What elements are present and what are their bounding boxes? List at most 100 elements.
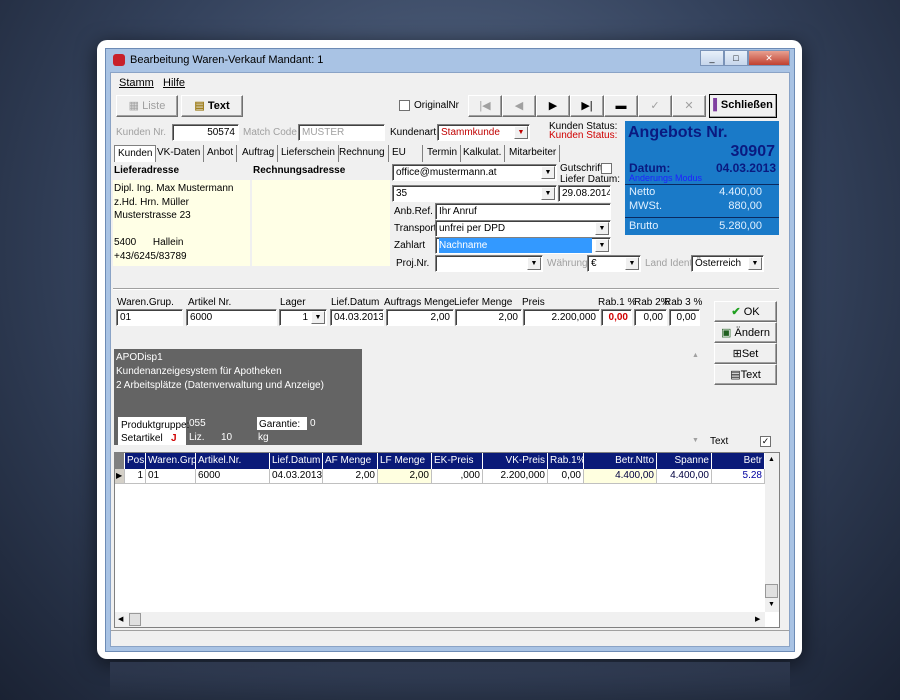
scroll-down-icon[interactable]: ▼	[692, 437, 699, 444]
grid-cell[interactable]: 6000	[196, 469, 270, 484]
gutschrift-checkbox[interactable]	[601, 163, 612, 174]
delete-button[interactable]: ▬	[604, 95, 638, 117]
kundenart-select[interactable]: Stammkunde ▼	[437, 124, 530, 141]
grid-cell[interactable]: 1	[125, 469, 146, 484]
column-header[interactable]: Rab.1%	[548, 453, 584, 469]
grid-cell[interactable]: 01	[146, 469, 196, 484]
column-header[interactable]: AF Menge	[323, 453, 378, 469]
grid-cell[interactable]: 4.400,00	[657, 469, 712, 484]
liefer-menge-input[interactable]: 2,00	[455, 309, 522, 326]
tab-termin[interactable]: Termin	[424, 145, 462, 162]
rab1-input[interactable]: 0,00	[601, 309, 632, 326]
field-35-select[interactable]: 35 ▼	[392, 185, 557, 202]
nav-next-button[interactable]: ▶	[536, 95, 570, 117]
chevron-down-icon: ▼	[541, 166, 555, 179]
scroll-up-icon[interactable]: ▲	[768, 456, 775, 463]
preis-input[interactable]: 2.200,000	[523, 309, 600, 326]
rechnungsadresse-box[interactable]	[252, 180, 390, 266]
h-scroll-thumb[interactable]	[129, 613, 141, 626]
scroll-down-icon[interactable]: ▼	[768, 601, 775, 608]
minimize-button[interactable]: _	[700, 50, 724, 66]
grid-cell[interactable]: ,000	[432, 469, 483, 484]
scroll-right-icon[interactable]: ▶	[755, 615, 760, 623]
land-ident-select[interactable]: Österreich ▼	[691, 255, 764, 272]
address-line	[114, 223, 249, 237]
close-window-button[interactable]: ✕	[748, 50, 790, 66]
row-indicator[interactable]: ▶	[115, 469, 125, 484]
tab-auftrag[interactable]: Auftrag	[239, 145, 279, 162]
tab-kunden[interactable]: Kunden	[114, 145, 157, 162]
tab-mitarbeiter[interactable]: Mitarbeiter	[506, 145, 561, 162]
tab-lieferschein[interactable]: Lieferschein	[278, 145, 339, 162]
set-button[interactable]: ⊞Set	[714, 343, 777, 364]
scroll-thumb[interactable]	[765, 584, 778, 598]
garantie-value: 0	[310, 418, 316, 429]
grid-cell[interactable]: 0,00	[548, 469, 584, 484]
column-header[interactable]: EK-Preis	[432, 453, 483, 469]
kunden-nr-input[interactable]: 50574	[172, 124, 239, 141]
horizontal-scrollbar[interactable]: ◀ ▶	[115, 612, 765, 627]
grid-cell[interactable]: 04.03.2013	[270, 469, 323, 484]
email-select[interactable]: office@mustermann.at ▼	[392, 164, 557, 181]
nav-first-button[interactable]: |◀	[468, 95, 502, 117]
nav-prev-button[interactable]: ◀	[502, 95, 536, 117]
tab-kalkulat[interactable]: Kalkulat.	[460, 145, 506, 162]
rab3-input[interactable]: 0,00	[669, 309, 700, 326]
scroll-left-icon[interactable]: ◀	[118, 615, 123, 623]
waren-grup-input[interactable]: 01	[116, 309, 183, 326]
aendern-button[interactable]: ▣ Ändern	[714, 322, 777, 343]
ok-button[interactable]: ✔ OK	[714, 301, 777, 322]
tab-eu[interactable]: EU	[389, 145, 423, 162]
proj-nr-select[interactable]: ▼	[435, 255, 543, 272]
text-checkbox[interactable]: ✓	[760, 436, 771, 447]
vertical-scrollbar[interactable]: ▲ ▼	[765, 453, 779, 612]
column-header[interactable]: Artikel.Nr.	[196, 453, 270, 469]
menu-hilfe[interactable]: Hilfe	[163, 77, 185, 89]
grid-cell[interactable]: 2,00	[323, 469, 378, 484]
scroll-up-icon[interactable]: ▲	[692, 352, 699, 359]
text-doc-icon: ▤	[194, 100, 208, 112]
transport-select[interactable]: unfrei per DPD ▼	[435, 220, 611, 237]
confirm-button[interactable]: ✓	[638, 95, 672, 117]
grid-cell[interactable]: 4.400,00	[584, 469, 657, 484]
mwst-label: MWSt.	[629, 200, 662, 212]
menu-stamm[interactable]: Stamm	[119, 77, 154, 89]
tab-vk-daten[interactable]: VK-Daten	[154, 145, 205, 162]
column-header[interactable]: LF Menge	[378, 453, 432, 469]
auftrags-menge-input[interactable]: 2,00	[386, 309, 454, 326]
zahlart-select[interactable]: Nachname ▼	[435, 237, 611, 254]
grid-cell[interactable]: 2.200,000	[483, 469, 548, 484]
waehrung-select[interactable]: € ▼	[587, 255, 641, 272]
anb-ref-input[interactable]: Ihr Anruf	[435, 203, 611, 220]
match-code-input[interactable]: MUSTER	[298, 124, 385, 141]
artikel-nr-input[interactable]: 6000	[186, 309, 277, 326]
original-nr-checkbox[interactable]	[399, 100, 410, 111]
rab2-input[interactable]: 0,00	[634, 309, 667, 326]
grid-cell[interactable]: 2,00	[378, 469, 432, 484]
tab-rechnung[interactable]: Rechnung	[336, 145, 389, 162]
cancel-button[interactable]: ✕	[672, 95, 706, 117]
artikel-nr-label: Artikel Nr.	[188, 297, 232, 308]
schliessen-button[interactable]: ▌Schließen	[709, 94, 777, 118]
waren-grup-label: Waren.Grup.	[117, 297, 174, 308]
liefer-datum-input[interactable]: 29.08.2014	[558, 185, 611, 202]
nav-last-button[interactable]: ▶|	[570, 95, 604, 117]
grid-cell[interactable]: 5.28	[712, 469, 765, 484]
transport-value: unfrei per DPD	[439, 223, 506, 234]
app-icon	[113, 54, 125, 66]
text-button[interactable]: ▤ Text	[181, 95, 243, 117]
column-header[interactable]: Betr.Ntto	[584, 453, 657, 469]
column-header[interactable]: VK-Preis	[483, 453, 548, 469]
column-header[interactable]: Waren.Grp	[146, 453, 196, 469]
column-header[interactable]: Spanne	[657, 453, 712, 469]
column-header[interactable]: Pos	[125, 453, 146, 469]
liste-button[interactable]: ▦ Liste	[116, 95, 178, 117]
column-header[interactable]: Lief.Datum	[270, 453, 323, 469]
column-header[interactable]: Betr	[712, 453, 765, 469]
maximize-button[interactable]: □	[724, 50, 748, 66]
lager-select[interactable]: 1 ▼	[279, 309, 327, 326]
lieferadresse-box[interactable]: Dipl. Ing. Max Mustermann z.Hd. Hrn. Mül…	[113, 180, 250, 266]
lief-datum-input[interactable]: 04.03.2013	[330, 309, 384, 326]
text-side-button[interactable]: ▤Text	[714, 364, 777, 385]
tab-anbot[interactable]: Anbot	[204, 145, 238, 162]
